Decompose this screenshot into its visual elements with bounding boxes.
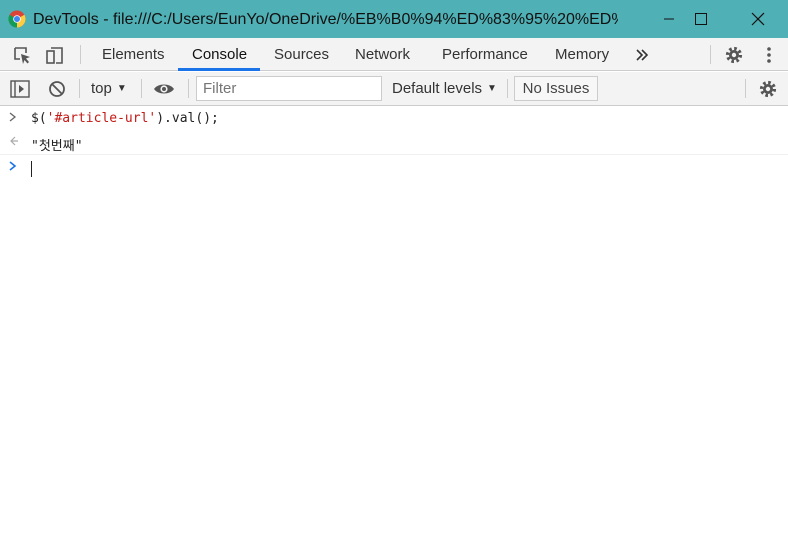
inspect-cursor-icon — [14, 47, 30, 64]
double-chevron-right-icon — [636, 49, 649, 61]
divider — [80, 45, 81, 64]
active-tab-indicator — [178, 68, 260, 71]
maximize-button[interactable] — [678, 0, 724, 38]
console-input-code: $('#article-url').val(); — [31, 111, 219, 126]
code-prefix: $( — [31, 111, 47, 126]
divider — [507, 79, 508, 98]
text-caret — [31, 161, 32, 177]
dropdown-arrow-icon: ▼ — [116, 83, 127, 94]
divider — [188, 79, 189, 98]
window-titlebar: DevTools - file:///C:/Users/EunYo/OneDri… — [0, 0, 788, 38]
inspect-element-button[interactable] — [11, 44, 33, 66]
input-chevron-icon — [9, 111, 17, 125]
divider — [79, 79, 80, 98]
console-input-entry: $('#article-url').val(); — [0, 107, 788, 131]
gear-icon — [725, 46, 743, 64]
console-result-value: "첫번째" — [31, 139, 83, 154]
maximize-icon — [695, 13, 707, 25]
log-levels-dropdown[interactable]: Default levels ▼ — [392, 80, 497, 97]
result-arrow-icon — [9, 135, 19, 149]
console-settings-button[interactable] — [757, 78, 779, 100]
close-icon — [751, 12, 765, 26]
device-toolbar-button[interactable] — [44, 44, 66, 66]
customize-menu-button[interactable] — [758, 44, 780, 66]
tab-console[interactable]: Console — [192, 38, 247, 70]
filter-input[interactable] — [196, 76, 382, 101]
context-selector[interactable]: top ▼ — [91, 80, 127, 97]
window-title: DevTools - file:///C:/Users/EunYo/OneDri… — [33, 11, 618, 28]
console-result-entry: "첫번째" — [0, 131, 788, 155]
divider — [141, 79, 142, 98]
settings-button[interactable] — [723, 44, 745, 66]
tab-network[interactable]: Network — [355, 38, 410, 70]
clear-console-button[interactable] — [46, 78, 68, 100]
console-toolbar: top ▼ Default levels ▼ No Issues — [0, 72, 788, 106]
issues-button[interactable]: No Issues — [514, 76, 598, 101]
tab-elements[interactable]: Elements — [102, 38, 165, 70]
close-button[interactable] — [735, 0, 781, 38]
divider — [745, 79, 746, 98]
live-expression-button[interactable] — [153, 78, 175, 100]
prompt-chevron-icon — [9, 160, 17, 174]
more-tabs-button[interactable] — [631, 44, 653, 66]
divider — [710, 45, 711, 64]
chrome-logo-icon — [8, 10, 26, 28]
dropdown-arrow-icon: ▼ — [487, 83, 497, 94]
code-suffix: ).val(); — [156, 111, 219, 126]
minimize-icon — [664, 18, 674, 20]
context-selector-label: top — [91, 80, 112, 97]
tab-sources[interactable]: Sources — [274, 38, 329, 70]
console-output[interactable]: $('#article-url').val(); "첫번째" — [0, 107, 788, 534]
log-levels-label: Default levels — [392, 80, 483, 97]
tab-memory[interactable]: Memory — [555, 38, 609, 70]
kebab-menu-icon — [767, 47, 771, 63]
block-clear-icon — [49, 81, 65, 97]
sidebar-toggle-icon — [10, 80, 30, 98]
console-prompt-line[interactable] — [0, 156, 788, 180]
code-string: '#article-url' — [46, 111, 157, 126]
gear-icon — [759, 80, 777, 98]
device-mobile-icon — [46, 47, 63, 64]
eye-icon — [154, 84, 174, 94]
devtools-tabbar: Elements Console Sources Network Perform… — [0, 38, 788, 71]
tab-performance[interactable]: Performance — [442, 38, 528, 70]
show-sidebar-button[interactable] — [9, 78, 31, 100]
